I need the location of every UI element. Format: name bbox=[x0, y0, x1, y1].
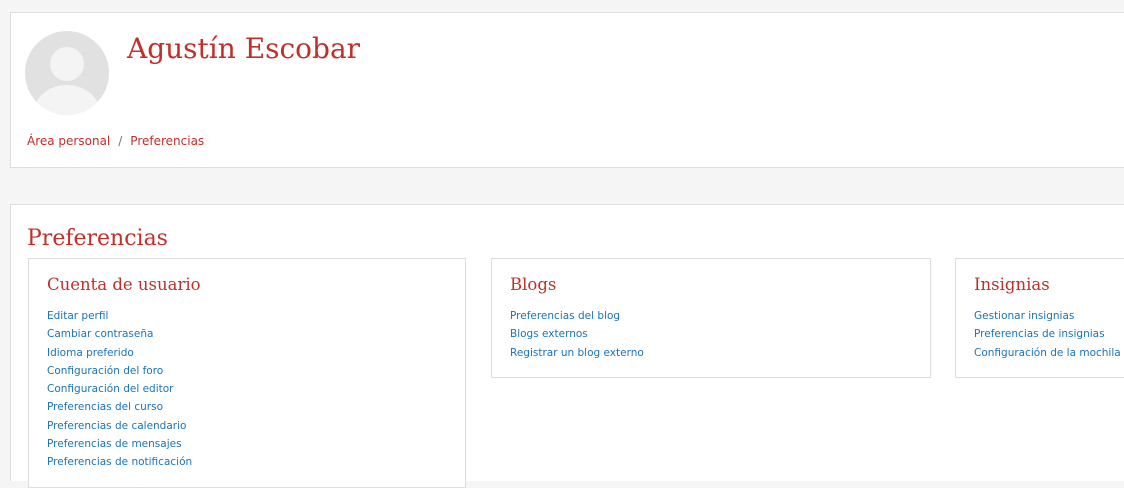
breadcrumb: Área personal / Preferencias bbox=[27, 133, 204, 149]
link-editar-perfil[interactable]: Editar perfil bbox=[47, 310, 108, 322]
link-preferencias-mensajes[interactable]: Preferencias de mensajes bbox=[47, 438, 182, 450]
section-blogs: Blogs Preferencias del blog Blogs extern… bbox=[491, 258, 931, 378]
link-configuracion-editor[interactable]: Configuración del editor bbox=[47, 383, 173, 395]
list-item: Gestionar insignias bbox=[974, 307, 1121, 325]
link-configuracion-foro[interactable]: Configuración del foro bbox=[47, 365, 163, 377]
link-gestionar-insignias[interactable]: Gestionar insignias bbox=[974, 310, 1074, 322]
section-title: Blogs bbox=[510, 275, 557, 294]
list-item: Preferencias de insignias bbox=[974, 325, 1121, 343]
link-preferencias-curso[interactable]: Preferencias del curso bbox=[47, 401, 163, 413]
list-item: Idioma preferido bbox=[47, 344, 192, 362]
list-item: Cambiar contraseña bbox=[47, 325, 192, 343]
list-item: Configuración del foro bbox=[47, 362, 192, 380]
link-preferencias-blog[interactable]: Preferencias del blog bbox=[510, 310, 620, 322]
list-item: Registrar un blog externo bbox=[510, 344, 644, 362]
link-preferencias-calendario[interactable]: Preferencias de calendario bbox=[47, 420, 186, 432]
link-configuracion-mochila[interactable]: Configuración de la mochila bbox=[974, 347, 1121, 359]
breadcrumb-separator: / bbox=[118, 134, 123, 148]
list-item: Editar perfil bbox=[47, 307, 192, 325]
section-title: Cuenta de usuario bbox=[47, 275, 201, 294]
section-title: Insignias bbox=[974, 275, 1050, 294]
list-item: Blogs externos bbox=[510, 325, 644, 343]
list-item: Configuración de la mochila bbox=[974, 344, 1121, 362]
list-item: Configuración del editor bbox=[47, 380, 192, 398]
section-link-list: Gestionar insignias Preferencias de insi… bbox=[974, 307, 1121, 362]
section-link-list: Preferencias del blog Blogs externos Reg… bbox=[510, 307, 644, 362]
avatar-head-shape bbox=[50, 47, 84, 81]
breadcrumb-item-preferencias[interactable]: Preferencias bbox=[130, 134, 204, 148]
list-item: Preferencias de calendario bbox=[47, 417, 192, 435]
list-item: Preferencias de mensajes bbox=[47, 435, 192, 453]
avatar-body-shape bbox=[33, 85, 101, 115]
page-header: Agustín Escobar Área personal / Preferenci… bbox=[10, 12, 1124, 168]
list-item: Preferencias del blog bbox=[510, 307, 644, 325]
preferences-panel: Preferencias Cuenta de usuario Editar pe… bbox=[10, 204, 1124, 488]
link-idioma-preferido[interactable]: Idioma preferido bbox=[47, 347, 134, 359]
section-insignias: Insignias Gestionar insignias Preferenci… bbox=[955, 258, 1124, 378]
section-cuenta-de-usuario: Cuenta de usuario Editar perfil Cambiar … bbox=[28, 258, 466, 488]
link-cambiar-contrasena[interactable]: Cambiar contraseña bbox=[47, 328, 153, 340]
user-name: Agustín Escobar bbox=[127, 32, 361, 65]
page-title: Preferencias bbox=[27, 226, 168, 251]
list-item: Preferencias de notificación bbox=[47, 453, 192, 471]
link-preferencias-notificacion[interactable]: Preferencias de notificación bbox=[47, 456, 192, 468]
link-registrar-blog-externo[interactable]: Registrar un blog externo bbox=[510, 347, 644, 359]
link-blogs-externos[interactable]: Blogs externos bbox=[510, 328, 588, 340]
section-link-list: Editar perfil Cambiar contraseña Idioma … bbox=[47, 307, 192, 472]
breadcrumb-item-area-personal[interactable]: Área personal bbox=[27, 134, 110, 148]
user-avatar-icon[interactable] bbox=[25, 31, 109, 115]
link-preferencias-insignias[interactable]: Preferencias de insignias bbox=[974, 328, 1105, 340]
list-item: Preferencias del curso bbox=[47, 398, 192, 416]
